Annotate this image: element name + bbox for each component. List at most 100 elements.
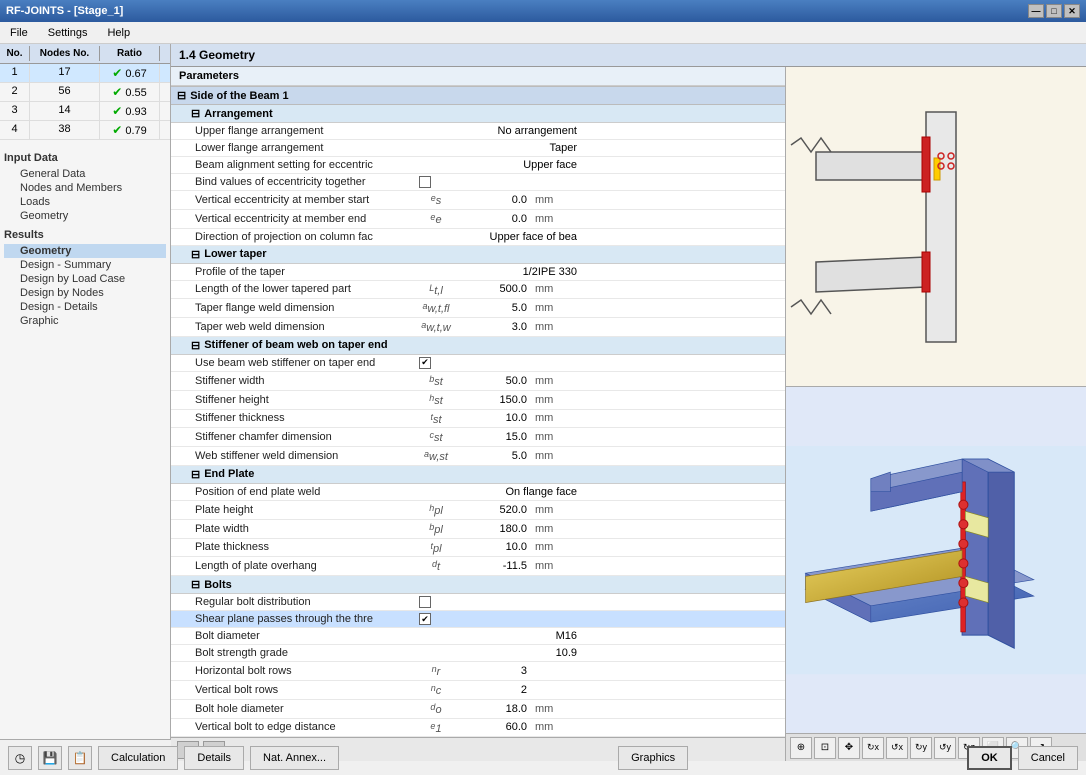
cancel-button[interactable]: Cancel	[1018, 746, 1078, 770]
section-label: Stiffener of beam web on taper end	[204, 339, 387, 351]
table-row[interactable]: 2 56 ✔ 0.55	[0, 83, 170, 102]
menu-settings[interactable]: Settings	[42, 25, 94, 41]
collapse-icon: ⊟	[191, 339, 200, 352]
table-header: No. Nodes No. Ratio	[0, 44, 170, 64]
content-title: 1.4 Geometry	[171, 44, 1086, 67]
nav-design-summary[interactable]: Design - Summary	[4, 258, 166, 272]
close-button[interactable]: ✕	[1064, 4, 1080, 18]
param-horiz-bolt-rows: Horizontal bolt rows nr 3	[171, 662, 785, 681]
row3-ratio: ✔ 0.93	[100, 102, 160, 120]
col-nodes: Nodes No.	[30, 46, 100, 61]
nav-loads[interactable]: Loads	[4, 195, 166, 209]
checkbox-regular-bolt[interactable]	[419, 596, 431, 608]
row1-nodes: 17	[30, 64, 100, 82]
minimize-button[interactable]: —	[1028, 4, 1044, 18]
nat-annex-button[interactable]: Nat. Annex...	[250, 746, 339, 770]
graphics-2d-view	[786, 67, 1086, 387]
param-plate-width: Plate width bpl 180.0 mm	[171, 520, 785, 539]
table-row[interactable]: 1 17 ✔ 0.67	[0, 64, 170, 83]
param-taper-flange-weld: Taper flange weld dimension aw,t,fl 5.0 …	[171, 299, 785, 318]
maximize-button[interactable]: □	[1046, 4, 1062, 18]
param-upper-flange: Upper flange arrangement No arrangement	[171, 123, 785, 140]
row2-nodes: 56	[30, 83, 100, 101]
section-label: End Plate	[204, 468, 254, 480]
3d-drawing	[786, 387, 1086, 733]
nav-geometry-input[interactable]: Geometry	[4, 209, 166, 223]
param-use-stiffener: Use beam web stiffener on taper end ✔	[171, 355, 785, 372]
param-stiff-height: Stiffener height hst 150.0 mm	[171, 391, 785, 410]
toolbar-fit-icon[interactable]: ⊡	[814, 737, 836, 759]
section-stiffener[interactable]: ⊟ Stiffener of beam web on taper end	[171, 337, 785, 355]
nav-tree: Input Data General Data Nodes and Member…	[0, 140, 170, 739]
param-plate-thickness: Plate thickness tpl 10.0 mm	[171, 539, 785, 558]
param-taper-web-weld: Taper web weld dimension aw,t,w 3.0 mm	[171, 318, 785, 337]
right-panel: 1.4 Geometry Parameters ⊟ Side of the Be…	[171, 44, 1086, 739]
param-bolt-hole-dia: Bolt hole diameter do 18.0 mm	[171, 700, 785, 719]
graphics-panel: ⊕ ⊡ ✥ ↻x ↺x ↻y ↺y ↻z ⬜ 🔍 ↗	[786, 67, 1086, 761]
title-bar: RF-JOINTS - [Stage_1] — □ ✕	[0, 0, 1086, 22]
nav-general-data[interactable]: General Data	[4, 167, 166, 181]
param-bolt-grade: Bolt strength grade 10.9	[171, 645, 785, 662]
col-ratio: Ratio	[100, 46, 160, 61]
row1-ratio: ✔ 0.67	[100, 64, 160, 82]
param-profile-taper: Profile of the taper 1/2IPE 330	[171, 264, 785, 281]
collapse-icon: ⊟	[191, 578, 200, 591]
row3-nodes: 14	[30, 102, 100, 120]
param-bind-eccentricity: Bind values of eccentricity together	[171, 174, 785, 191]
collapse-icon: ⊟	[191, 107, 200, 120]
menu-file[interactable]: File	[4, 25, 34, 41]
row2-no: 2	[0, 83, 30, 101]
nav-nodes-members[interactable]: Nodes and Members	[4, 181, 166, 195]
details-button[interactable]: Details	[184, 746, 244, 770]
calculation-button[interactable]: Calculation	[98, 746, 178, 770]
nav-design-details[interactable]: Design - Details	[4, 300, 166, 314]
checkbox-bind-eccentricity[interactable]	[419, 176, 431, 188]
section-bolts[interactable]: ⊟ Bolts	[171, 576, 785, 594]
row4-no: 4	[0, 121, 30, 139]
param-vert-ecc-end: Vertical eccentricity at member end ee 0…	[171, 210, 785, 229]
graphics-3d-view	[786, 387, 1086, 733]
section-end-plate[interactable]: ⊟ End Plate	[171, 466, 785, 484]
icon-btn-2[interactable]: 💾	[38, 746, 62, 770]
section-label: Bolts	[204, 579, 232, 591]
param-plate-height: Plate height hpl 520.0 mm	[171, 501, 785, 520]
nav-design-load-case[interactable]: Design by Load Case	[4, 272, 166, 286]
toolbar-rotate-y-icon[interactable]: ↻y	[910, 737, 932, 759]
toolbar-zoom-icon[interactable]: ⊕	[790, 737, 812, 759]
toolbar-pan-icon[interactable]: ✥	[838, 737, 860, 759]
graphics-button[interactable]: Graphics	[618, 746, 688, 770]
nav-graphic[interactable]: Graphic	[4, 314, 166, 328]
section-label: Arrangement	[204, 108, 272, 120]
icon-btn-1[interactable]: ◷	[8, 746, 32, 770]
icon-btn-3[interactable]: 📋	[68, 746, 92, 770]
toolbar-rotate-neg-y-icon[interactable]: ↺y	[934, 737, 956, 759]
param-stiff-thickness: Stiffener thickness tst 10.0 mm	[171, 410, 785, 429]
checkbox-shear-plane[interactable]: ✔	[419, 613, 431, 625]
section-side-beam1[interactable]: ⊟ Side of the Beam 1	[171, 86, 785, 105]
menu-bar: File Settings Help	[0, 22, 1086, 44]
param-shear-plane: Shear plane passes through the thre ✔	[171, 611, 785, 628]
col-no: No.	[0, 46, 30, 61]
nav-geometry-results[interactable]: Geometry	[4, 244, 166, 258]
param-vert-bolt-rows: Vertical bolt rows nc 2	[171, 681, 785, 700]
ok-button[interactable]: OK	[967, 746, 1012, 770]
row1-no: 1	[0, 64, 30, 82]
param-direction-proj: Direction of projection on column fac Up…	[171, 229, 785, 246]
section-label: Lower taper	[204, 248, 266, 260]
checkbox-use-stiffener[interactable]: ✔	[419, 357, 431, 369]
menu-help[interactable]: Help	[101, 25, 136, 41]
section-lower-taper[interactable]: ⊟ Lower taper	[171, 246, 785, 264]
toolbar-rotate-x-icon[interactable]: ↻x	[862, 737, 884, 759]
params-table[interactable]: ⊟ Side of the Beam 1 ⊟ Arrangement Upper…	[171, 86, 785, 737]
param-stiff-width: Stiffener width bst 50.0 mm	[171, 372, 785, 391]
section-arrangement[interactable]: ⊟ Arrangement	[171, 105, 785, 123]
window-controls: — □ ✕	[1028, 4, 1080, 18]
table-row[interactable]: 4 38 ✔ 0.79	[0, 121, 170, 140]
param-vert-bolt-edge: Vertical bolt to edge distance e1 60.0 m…	[171, 719, 785, 738]
collapse-icon: ⊟	[177, 89, 186, 102]
table-row[interactable]: 3 14 ✔ 0.93	[0, 102, 170, 121]
toolbar-rotate-neg-x-icon[interactable]: ↺x	[886, 737, 908, 759]
param-length-taper: Length of the lower tapered part Lt,l 50…	[171, 281, 785, 300]
param-bolt-diameter: Bolt diameter M16	[171, 628, 785, 645]
nav-design-nodes[interactable]: Design by Nodes	[4, 286, 166, 300]
